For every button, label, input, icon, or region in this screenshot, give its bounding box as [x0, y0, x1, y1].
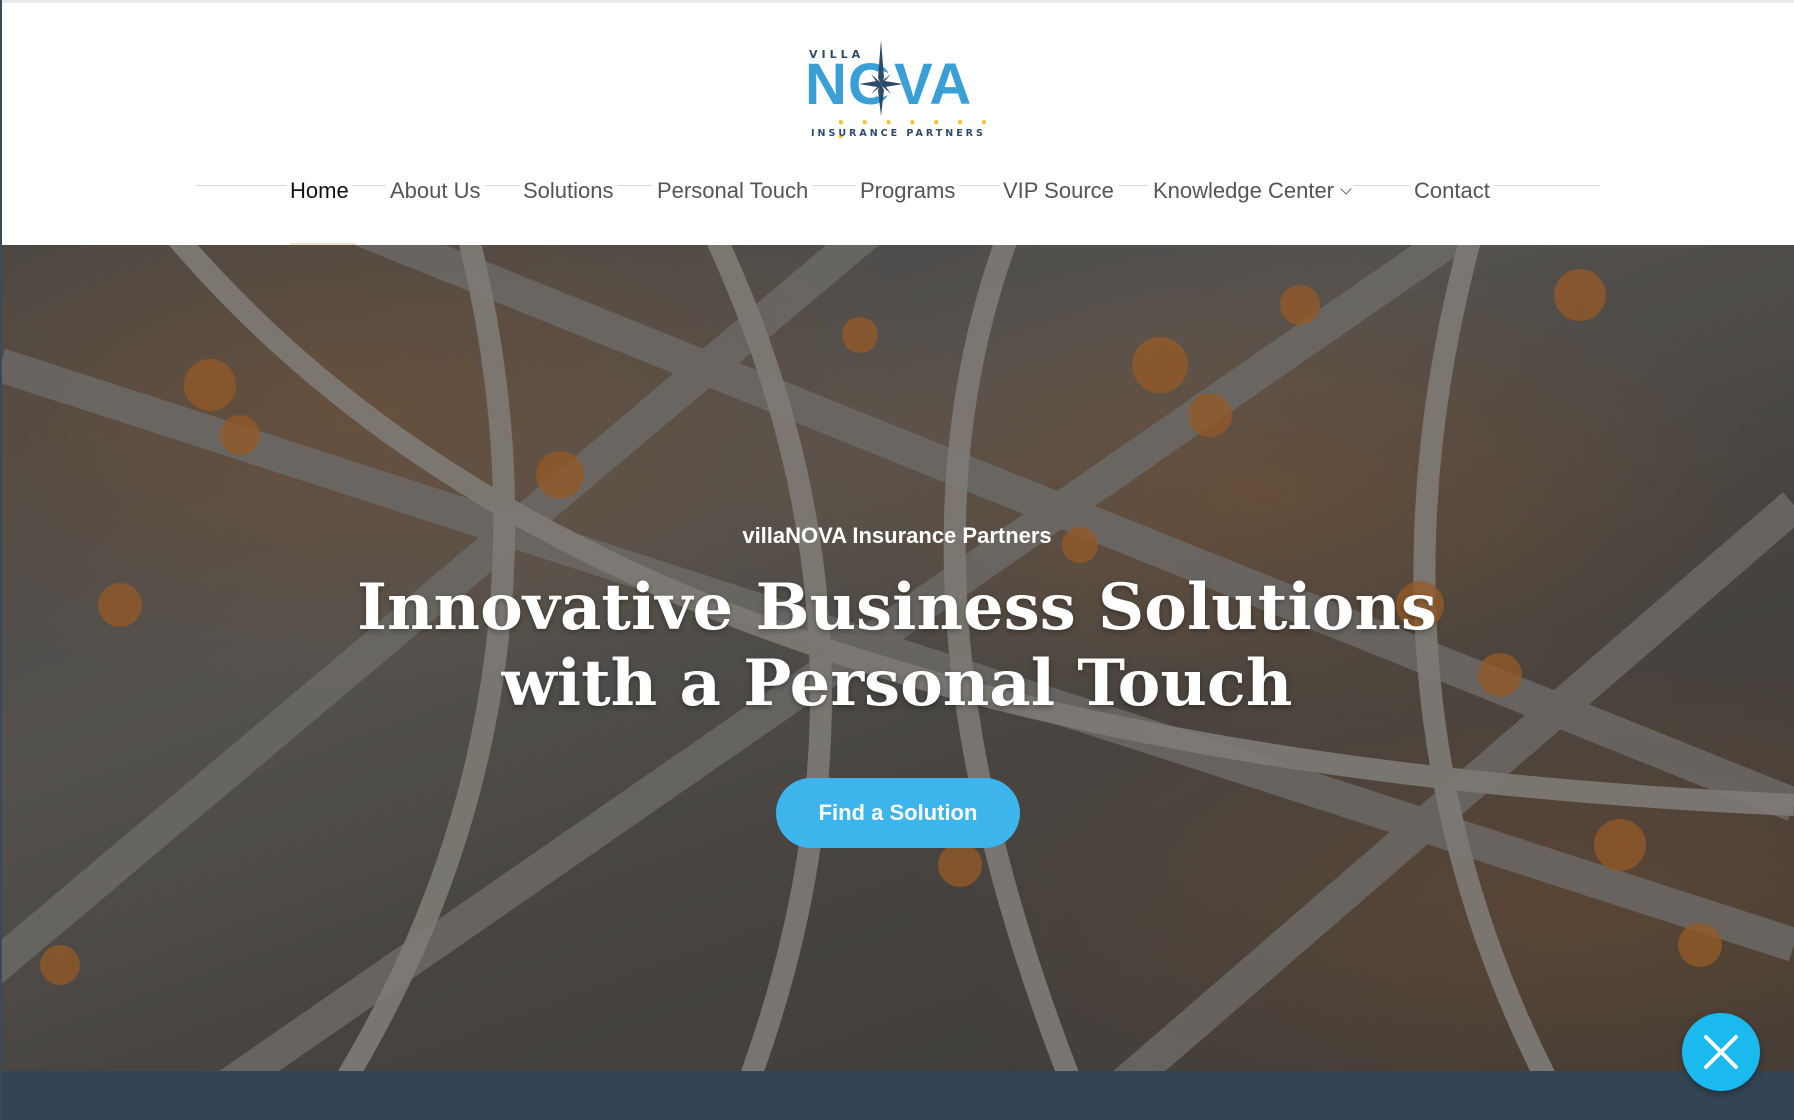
logo-subtitle: INSURANCE PARTNERS [811, 128, 986, 139]
nav-item-personal-touch[interactable]: Personal Touch [653, 178, 813, 214]
nav-item-solutions[interactable]: Solutions [519, 178, 618, 214]
find-a-solution-button[interactable]: Find a Solution [776, 778, 1020, 848]
site-logo[interactable]: VILLA NOVA • • • • • • • • INSURANCE PAR… [805, 38, 995, 144]
nav-item-contact[interactable]: Contact [1410, 178, 1494, 214]
nav-item-knowledge-center[interactable]: Knowledge Center [1149, 178, 1355, 214]
nav-item-knowledge-center-label: Knowledge Center [1153, 178, 1335, 203]
close-widget-button[interactable] [1682, 1013, 1760, 1091]
nav-item-about-us[interactable]: About Us [386, 178, 485, 214]
nav-item-home[interactable]: Home [286, 178, 353, 214]
chevron-down-icon [1340, 183, 1352, 195]
hero-title: Innovative Business Solutions with a Per… [357, 570, 1437, 721]
compass-star-icon [859, 40, 903, 116]
site-header: VILLA NOVA • • • • • • • • INSURANCE PAR… [0, 0, 1794, 246]
nav-item-vip-source[interactable]: VIP Source [999, 178, 1118, 214]
hero-eyebrow: villaNOVA Insurance Partners [742, 523, 1052, 548]
window-left-edge [0, 0, 2, 1120]
nav-item-programs[interactable]: Programs [856, 178, 960, 214]
hero-section: villaNOVA Insurance Partners Innovative … [0, 245, 1794, 1071]
window-top-edge [0, 0, 1794, 3]
close-icon [1704, 1035, 1738, 1069]
page: VILLA NOVA • • • • • • • • INSURANCE PAR… [0, 0, 1794, 1120]
footer-band [0, 1071, 1794, 1120]
main-nav: Home About Us Solutions Personal Touch P… [0, 178, 1794, 214]
